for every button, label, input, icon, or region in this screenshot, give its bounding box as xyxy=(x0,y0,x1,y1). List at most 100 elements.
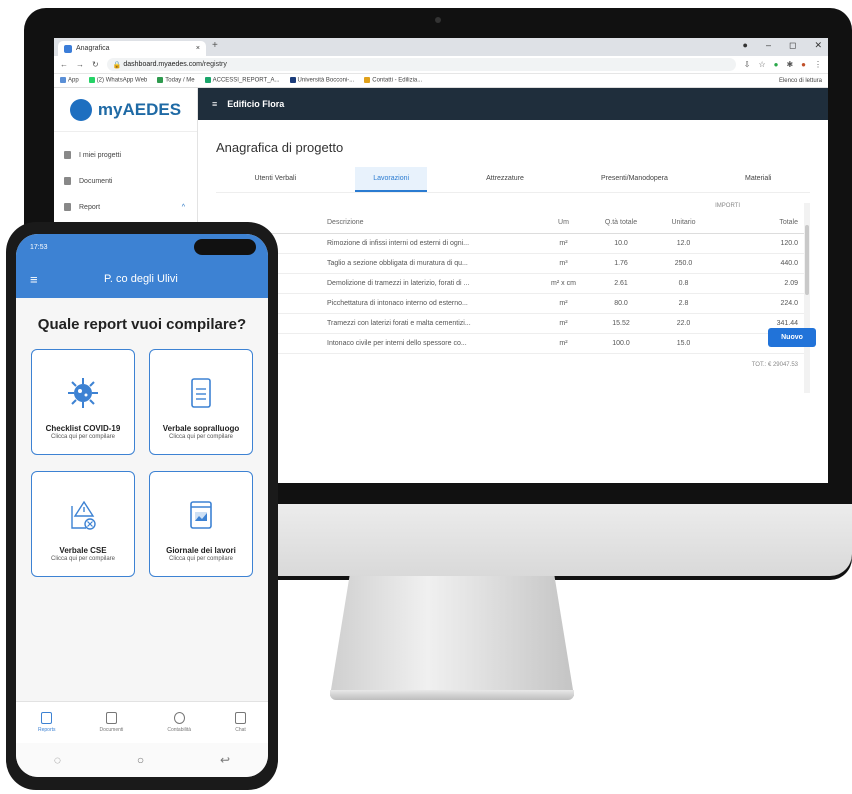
forward-icon[interactable]: → xyxy=(76,60,84,69)
phone-screen: 17:53 ≡ P. co degli Ulivi Quale report v… xyxy=(16,234,268,777)
col-unitario[interactable]: Unitario xyxy=(651,213,716,234)
report-icon xyxy=(64,203,71,211)
sidebar-nav: I miei progetti Documenti Report ^ xyxy=(54,132,197,220)
cell-um: m² xyxy=(536,233,591,254)
star-icon[interactable]: ☆ xyxy=(758,60,765,69)
lock-icon: 🔒 xyxy=(112,61,124,69)
address-bar-row: ← → ↻ 🔒 dashboard.myaedes.com /registry … xyxy=(54,56,828,74)
table-row[interactable]: Demolizione di tramezzi in laterizio, fo… xyxy=(216,273,810,294)
folder-icon xyxy=(64,177,71,185)
warning-document-icon xyxy=(71,500,96,530)
col-um[interactable]: Um xyxy=(536,213,591,234)
profile-icon[interactable]: ● xyxy=(743,40,748,51)
table-row[interactable]: Rimozione di infissi interni od esterni … xyxy=(216,233,810,254)
home-button-icon[interactable]: ○ xyxy=(137,753,144,767)
sidebar-item-label: Documenti xyxy=(79,177,113,185)
bookmark-apps[interactable]: App xyxy=(60,77,79,84)
sidebar-item-projects[interactable]: I miei progetti xyxy=(64,142,197,168)
table-row[interactable]: Picchettatura di intonaco interno od est… xyxy=(216,293,810,314)
close-window-icon[interactable]: ✕ xyxy=(814,40,822,51)
back-icon[interactable]: ← xyxy=(60,60,68,69)
nav-label: Contabilità xyxy=(167,727,192,733)
puzzle-icon[interactable]: ✱ xyxy=(786,60,793,69)
nav-contabilita[interactable]: Contabilità xyxy=(167,712,191,733)
cell-qta: 2.61 xyxy=(591,273,651,294)
table-total: TOT.: € 29047.53 xyxy=(751,361,798,368)
url-field[interactable]: 🔒 dashboard.myaedes.com /registry xyxy=(106,58,736,71)
close-tab-icon[interactable]: × xyxy=(196,45,200,52)
cell-descrizione: Demolizione di tramezzi in laterizio, fo… xyxy=(326,273,536,294)
cell-um: m² xyxy=(536,313,591,334)
reload-icon[interactable]: ↻ xyxy=(92,60,99,69)
table-row[interactable]: Intonaco civile per interni dello spesso… xyxy=(216,333,810,354)
col-descrizione[interactable]: Descrizione xyxy=(326,213,536,234)
bookmark-accessi[interactable]: ACCESSI_REPORT_A... xyxy=(204,77,280,84)
maximize-icon[interactable]: ◻ xyxy=(789,40,796,51)
avatar-icon[interactable]: ● xyxy=(801,60,806,69)
nav-documenti[interactable]: Documenti xyxy=(99,712,123,733)
card-verbale-cse[interactable]: Verbale CSE Clicca qui per compilare xyxy=(31,471,135,577)
hamburger-menu-icon[interactable]: ≡ xyxy=(30,272,104,287)
cell-qta: 15.52 xyxy=(591,313,651,334)
bookmarks-bar: App (2) WhatsApp Web Today / Me ACCESSI_… xyxy=(54,74,828,88)
chart-document-icon xyxy=(190,501,212,529)
cell-totale: 2.09 xyxy=(716,273,810,294)
sidebar-item-documents[interactable]: Documenti xyxy=(64,168,197,194)
card-checklist-covid[interactable]: Checklist COVID-19 Clicca qui per compil… xyxy=(31,349,135,455)
hamburger-menu-icon[interactable]: ≡ xyxy=(212,99,217,109)
extension-icon[interactable]: ● xyxy=(774,60,779,69)
col-qta[interactable]: Q.tà totale xyxy=(591,213,651,234)
new-button[interactable]: Nuovo xyxy=(768,328,816,347)
bookmark-today[interactable]: Today / Me xyxy=(157,77,195,84)
favicon-icon xyxy=(64,44,72,53)
nav-chat[interactable]: Chat xyxy=(235,712,246,733)
table-scrollbar[interactable] xyxy=(804,203,810,393)
cell-um: m² x cm xyxy=(536,273,591,294)
app-logo[interactable]: myAEDES xyxy=(54,88,197,132)
sidebar-item-report[interactable]: Report ^ xyxy=(64,194,197,220)
card-subtitle: Clicca qui per compilare xyxy=(50,556,116,562)
importi-group-header: IMPORTI xyxy=(715,203,740,209)
card-giornale-lavori[interactable]: Giornale dei lavori Clicca qui per compi… xyxy=(149,471,253,577)
scrollbar-thumb[interactable] xyxy=(805,225,809,295)
reading-list[interactable]: Elenco di lettura xyxy=(779,78,822,84)
recent-apps-icon[interactable]: ◌ xyxy=(54,753,61,767)
browser-tab[interactable]: Anagrafica × xyxy=(58,41,206,56)
col-totale[interactable]: Totale xyxy=(716,213,810,234)
bookmark-contatti[interactable]: Contatti - Edilizia... xyxy=(364,77,422,84)
cell-unitario: 250.0 xyxy=(651,253,716,274)
nav-label: Documenti xyxy=(99,727,124,733)
smartphone-frame: 17:53 ≡ P. co degli Ulivi Quale report v… xyxy=(6,222,278,790)
translate-icon[interactable]: ⇩ xyxy=(744,60,751,69)
data-table-container: IMPORTI Descrizione Um Q.tà totale Unita… xyxy=(216,203,810,393)
card-title: Checklist COVID-19 xyxy=(45,424,121,433)
card-title: Verbale CSE xyxy=(59,546,107,555)
cell-totale: 224.0 xyxy=(716,293,810,314)
url-host: dashboard.myaedes.com xyxy=(123,61,202,68)
back-gesture-icon[interactable]: ↩ xyxy=(220,753,230,767)
table-row[interactable]: Taglio a sezione obbligata di muratura d… xyxy=(216,253,810,274)
bookmark-whatsapp[interactable]: (2) WhatsApp Web xyxy=(88,77,147,84)
minimize-icon[interactable]: – xyxy=(766,40,771,51)
webcam xyxy=(435,17,441,23)
new-tab-button[interactable]: + xyxy=(212,40,218,51)
menu-icon[interactable]: ⋮ xyxy=(814,60,822,69)
chevron-up-icon: ^ xyxy=(181,203,185,211)
table-row[interactable]: Tramezzi con laterizi forati e malta cem… xyxy=(216,313,810,334)
window-controls: ● – ◻ ✕ xyxy=(743,40,822,51)
nav-reports[interactable]: Reports xyxy=(38,712,56,733)
report-question: Quale report vuoi compilare? xyxy=(37,316,247,333)
tab-utenti-verbali[interactable]: Utenti Verbali xyxy=(237,167,315,192)
report-cards: Checklist COVID-19 Clicca qui per compil… xyxy=(16,349,268,577)
tab-presenti-manodopera[interactable]: Presenti/Manodopera xyxy=(583,167,686,192)
cell-um: m² xyxy=(536,293,591,314)
tab-lavorazioni[interactable]: Lavorazioni xyxy=(355,167,428,192)
card-title: Giornale dei lavori xyxy=(166,546,236,555)
extensions: ⇩ ☆ ● ✱ ● ⋮ xyxy=(744,60,822,69)
card-verbale-sopralluogo[interactable]: Verbale sopralluogo Clicca qui per compi… xyxy=(149,349,253,455)
cell-descrizione: Taglio a sezione obbligata di muratura d… xyxy=(326,253,536,274)
tab-attrezzature[interactable]: Attrezzature xyxy=(468,167,542,192)
cell-unitario: 2.8 xyxy=(651,293,716,314)
tab-materiali[interactable]: Materiali xyxy=(727,167,789,192)
bookmark-bocconi[interactable]: Università Bocconi-... xyxy=(289,77,354,84)
